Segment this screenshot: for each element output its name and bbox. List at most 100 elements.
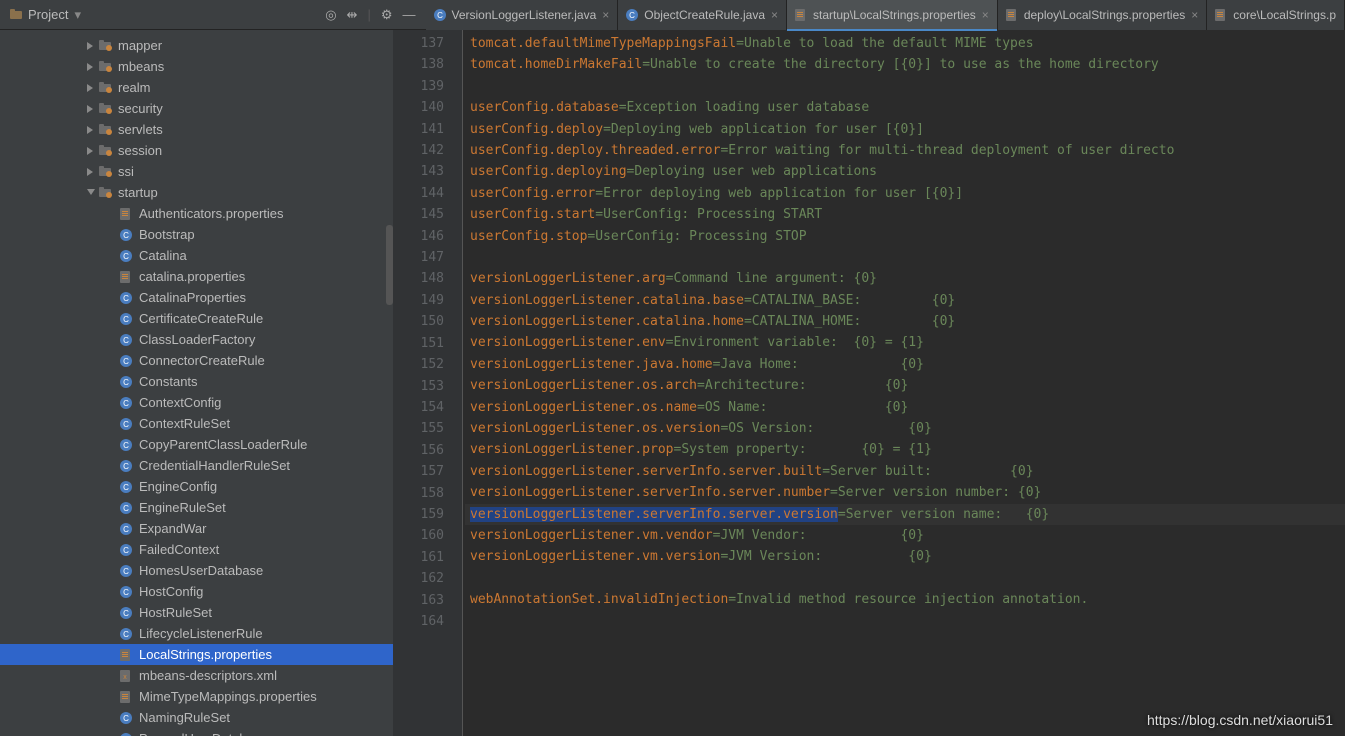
code-line[interactable]: versionLoggerListener.vm.vendor=JVM Vend… [465,525,1345,546]
code-line[interactable]: userConfig.start=UserConfig: Processing … [465,204,1345,225]
tree-node[interactable]: startup [0,182,393,203]
tree-node[interactable]: CredentialHandlerRuleSet [0,455,393,476]
collapse-icon[interactable]: ⇹ [347,7,358,23]
project-tree[interactable]: mapper mbeansrealmsecurityservletssession… [0,30,393,736]
tree-node[interactable]: ssi [0,161,393,182]
code-line[interactable]: tomcat.homeDirMakeFail=Unable to create … [465,54,1345,75]
tree-node[interactable]: mbeans-descriptors.xml [0,665,393,686]
expand-arrow-icon[interactable] [85,61,97,73]
code-line[interactable]: versionLoggerListener.arg=Command line a… [465,268,1345,289]
expand-arrow-icon[interactable] [85,82,97,94]
tree-node[interactable]: Bootstrap [0,224,393,245]
tree-node[interactable]: LocalStrings.properties [0,644,393,665]
tree-node[interactable]: EngineRuleSet [0,497,393,518]
expand-arrow-icon[interactable] [85,166,97,178]
expand-arrow-icon[interactable] [85,124,97,136]
tree-node[interactable]: ContextRuleSet [0,413,393,434]
tree-label: mbeans-descriptors.xml [139,668,277,683]
code-line[interactable]: versionLoggerListener.serverInfo.server.… [465,482,1345,503]
code-line[interactable]: userConfig.stop=UserConfig: Processing S… [465,226,1345,247]
code-line[interactable] [465,76,1345,97]
project-tool-button[interactable]: Project ▾ [0,0,91,29]
tree-node[interactable]: realm [0,77,393,98]
file-icon [120,565,134,577]
code-line[interactable]: userConfig.deploy=Deploying web applicat… [465,119,1345,140]
code-line[interactable]: versionLoggerListener.env=Environment va… [465,332,1345,353]
tree-node[interactable]: EngineConfig [0,476,393,497]
tree-node[interactable]: mbeans [0,56,393,77]
tree-node[interactable]: FailedContext [0,539,393,560]
tree-node[interactable]: LifecycleListenerRule [0,623,393,644]
code-line[interactable]: tomcat.defaultMimeTypeMappingsFail=Unabl… [465,33,1345,54]
collapse-arrow-icon[interactable] [85,187,97,199]
expand-arrow-icon[interactable] [85,40,97,52]
line-number: 153 [393,376,444,397]
code-line[interactable]: versionLoggerListener.os.version=OS Vers… [465,418,1345,439]
code-line[interactable] [465,611,1345,632]
line-number: 142 [393,140,444,161]
code-line[interactable]: versionLoggerListener.os.arch=Architectu… [465,375,1345,396]
code-line[interactable]: versionLoggerListener.os.name=OS Name: {… [465,397,1345,418]
code-line[interactable]: webAnnotationSet.invalidInjection=Invali… [465,589,1345,610]
tab[interactable]: deploy\LocalStrings.properties× [998,0,1207,30]
tree-node[interactable]: CopyParentClassLoaderRule [0,434,393,455]
line-number: 148 [393,268,444,289]
tree-node[interactable]: HostRuleSet [0,602,393,623]
tree-node[interactable]: session [0,140,393,161]
code-line[interactable]: versionLoggerListener.prop=System proper… [465,439,1345,460]
tree-node[interactable]: Catalina [0,245,393,266]
tree-node[interactable]: servlets [0,119,393,140]
tab-label: ObjectCreateRule.java [644,8,765,22]
tree-node[interactable]: ConnectorCreateRule [0,350,393,371]
code-line[interactable] [465,568,1345,589]
code-line[interactable]: userConfig.deploying=Deploying user web … [465,161,1345,182]
code-line[interactable] [465,247,1345,268]
tree-node[interactable]: ContextConfig [0,392,393,413]
code-content[interactable]: tomcat.defaultMimeTypeMappingsFail=Unabl… [465,30,1345,736]
code-line[interactable]: versionLoggerListener.serverInfo.server.… [465,504,1345,525]
tree-label: mapper [118,38,162,53]
tab-close-icon[interactable]: × [602,8,609,22]
line-number: 157 [393,461,444,482]
tab[interactable]: VersionLoggerListener.java× [426,0,619,30]
tree-node[interactable]: catalina.properties [0,266,393,287]
tree-label: HostRuleSet [139,605,212,620]
tree-node[interactable]: Constants [0,371,393,392]
tree-node[interactable]: PasswdUserDatabase [0,728,393,736]
tab[interactable]: core\LocalStrings.p [1207,0,1345,30]
tree-node[interactable]: mapper [0,35,393,56]
gear-icon[interactable]: ⚙ [381,7,393,23]
tab-close-icon[interactable]: × [771,8,778,22]
code-line[interactable]: userConfig.error=Error deploying web app… [465,183,1345,204]
file-icon [99,61,113,73]
code-line[interactable]: userConfig.deploy.threaded.error=Error w… [465,140,1345,161]
tree-node[interactable]: security [0,98,393,119]
code-line[interactable]: versionLoggerListener.catalina.home=CATA… [465,311,1345,332]
code-line[interactable]: versionLoggerListener.serverInfo.server.… [465,461,1345,482]
tab-close-icon[interactable]: × [982,8,989,22]
code-line[interactable]: userConfig.database=Exception loading us… [465,97,1345,118]
tree-node[interactable]: ClassLoaderFactory [0,329,393,350]
code-line[interactable]: versionLoggerListener.vm.version=JVM Ver… [465,546,1345,567]
tab[interactable]: ObjectCreateRule.java × [618,0,787,30]
scrollbar-thumb[interactable] [386,225,393,305]
tree-node[interactable]: CatalinaProperties [0,287,393,308]
tree-node[interactable]: Authenticators.properties [0,203,393,224]
tab[interactable]: startup\LocalStrings.properties× [787,0,998,30]
tree-node[interactable]: HostConfig [0,581,393,602]
minimize-icon[interactable]: — [403,7,416,22]
code-line[interactable]: versionLoggerListener.catalina.base=CATA… [465,290,1345,311]
tree-node[interactable]: MimeTypeMappings.properties [0,686,393,707]
tree-node[interactable]: HomesUserDatabase [0,560,393,581]
expand-arrow-icon[interactable] [85,145,97,157]
tree-label: EngineRuleSet [139,500,226,515]
target-icon[interactable]: ◎ [325,7,336,23]
tree-label: CredentialHandlerRuleSet [139,458,290,473]
tree-node[interactable]: NamingRuleSet [0,707,393,728]
expand-arrow-icon[interactable] [85,103,97,115]
tab-close-icon[interactable]: × [1191,8,1198,22]
tree-node[interactable]: ExpandWar [0,518,393,539]
editor[interactable]: 1371381391401411421431441451461471481491… [393,30,1345,736]
code-line[interactable]: versionLoggerListener.java.home=Java Hom… [465,354,1345,375]
tree-node[interactable]: CertificateCreateRule [0,308,393,329]
